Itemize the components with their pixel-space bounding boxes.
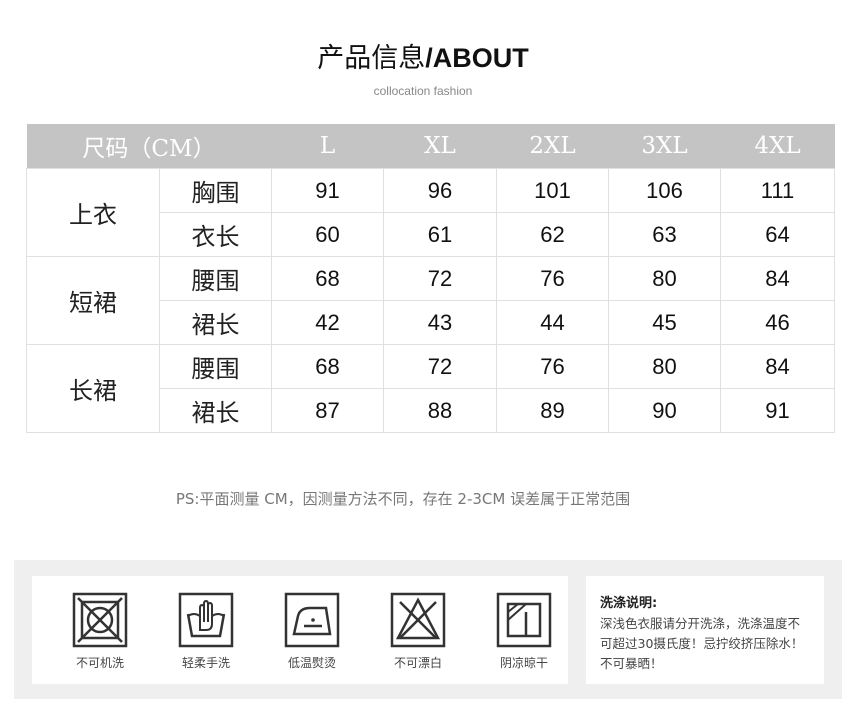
care-label: 低温熨烫: [287, 656, 336, 670]
size-value: 45: [608, 300, 721, 345]
size-value: 91: [720, 388, 835, 433]
shade-dry-icon: [496, 592, 552, 648]
title-cn: 产品信息: [317, 43, 426, 74]
no-bleach-icon: [390, 592, 446, 648]
title-en: /ABOUT: [425, 43, 529, 73]
no-machine-wash-icon: [72, 592, 128, 648]
size-header-label: 尺码（CM）: [26, 124, 272, 169]
size-header-l: L: [271, 124, 384, 169]
size-value: 68: [271, 344, 384, 389]
table-row: 长裙 腰围 68 72 76 80 84: [26, 344, 835, 433]
category-long-skirt: 长裙: [26, 344, 160, 433]
size-value: 87: [271, 388, 384, 433]
size-value: 72: [383, 344, 497, 389]
care-label: 阴凉晾干: [499, 656, 548, 670]
size-value: 84: [720, 344, 835, 389]
size-header-4xl: 4XL: [720, 124, 835, 169]
size-value: 43: [383, 300, 497, 345]
care-item: 不可漂白: [378, 592, 458, 671]
size-value: 60: [271, 212, 384, 257]
size-table: 尺码（CM） L XL 2XL 3XL 4XL 上衣 胸围 91 96 101 …: [26, 124, 835, 433]
care-item: 低温熨烫: [272, 592, 352, 671]
measure-label: 胸围: [159, 168, 272, 213]
size-value: 111: [720, 168, 835, 213]
size-value: 101: [496, 168, 609, 213]
category-top: 上衣: [26, 168, 160, 257]
size-header-xl: XL: [383, 124, 497, 169]
size-value: 42: [271, 300, 384, 345]
page-title: 产品信息/ABOUT: [0, 36, 846, 75]
size-value: 106: [608, 168, 721, 213]
size-value: 72: [383, 256, 497, 301]
size-value: 76: [496, 256, 609, 301]
care-label: 轻柔手洗: [181, 656, 230, 670]
size-value: 68: [271, 256, 384, 301]
size-value: 64: [720, 212, 835, 257]
size-value: 44: [496, 300, 609, 345]
low-temp-iron-icon: [284, 592, 340, 648]
size-value: 88: [383, 388, 497, 433]
table-row: 短裙 腰围 68 72 76 80 84: [26, 256, 835, 345]
size-header-row: 尺码（CM） L XL 2XL 3XL 4XL: [26, 124, 835, 169]
care-icons-box: 不可机洗 轻柔手洗 低温熨烫 不可漂白 阴凉晾干: [32, 576, 568, 684]
care-label: 不可漂白: [393, 656, 442, 670]
care-item: 不可机洗: [60, 592, 140, 671]
measure-label: 裙长: [159, 388, 272, 433]
size-value: 84: [720, 256, 835, 301]
size-value: 96: [383, 168, 497, 213]
care-item: 轻柔手洗: [166, 592, 246, 671]
care-instructions-box: 洗涤说明: 深浅色衣服请分开洗涤，洗涤温度不可超过30摄氏度！忌拧绞挤压除水！不…: [586, 576, 824, 684]
measure-label: 腰围: [159, 256, 272, 301]
measurement-note: PS:平面测量 CM，因测量方法不同，存在 2-3CM 误差属于正常范围: [175, 490, 631, 508]
table-row: 上衣 胸围 91 96 101 106 111: [26, 168, 835, 257]
size-value: 89: [496, 388, 609, 433]
page-subtitle: collocation fashion: [373, 84, 473, 98]
measure-label: 衣长: [159, 212, 272, 257]
hand-wash-icon: [178, 592, 234, 648]
measure-label: 裙长: [159, 300, 272, 345]
care-panel: 不可机洗 轻柔手洗 低温熨烫 不可漂白 阴凉晾干 洗涤说明: 深浅色衣服请分开洗…: [14, 560, 842, 699]
category-short-skirt: 短裙: [26, 256, 160, 345]
size-header-3xl: 3XL: [608, 124, 721, 169]
care-item: 阴凉晾干: [484, 592, 564, 671]
care-body: 深浅色衣服请分开洗涤，洗涤温度不可超过30摄氏度！忌拧绞挤压除水！不可暴晒！: [600, 616, 804, 671]
size-value: 80: [608, 256, 721, 301]
size-value: 90: [608, 388, 721, 433]
size-value: 63: [608, 212, 721, 257]
care-label: 不可机洗: [75, 656, 124, 670]
size-value: 61: [383, 212, 497, 257]
size-value: 62: [496, 212, 609, 257]
measure-label: 腰围: [159, 344, 272, 389]
care-heading: 洗涤说明:: [600, 596, 658, 611]
size-value: 80: [608, 344, 721, 389]
size-value: 76: [496, 344, 609, 389]
size-value: 46: [720, 300, 835, 345]
size-value: 91: [271, 168, 384, 213]
size-header-2xl: 2XL: [496, 124, 609, 169]
